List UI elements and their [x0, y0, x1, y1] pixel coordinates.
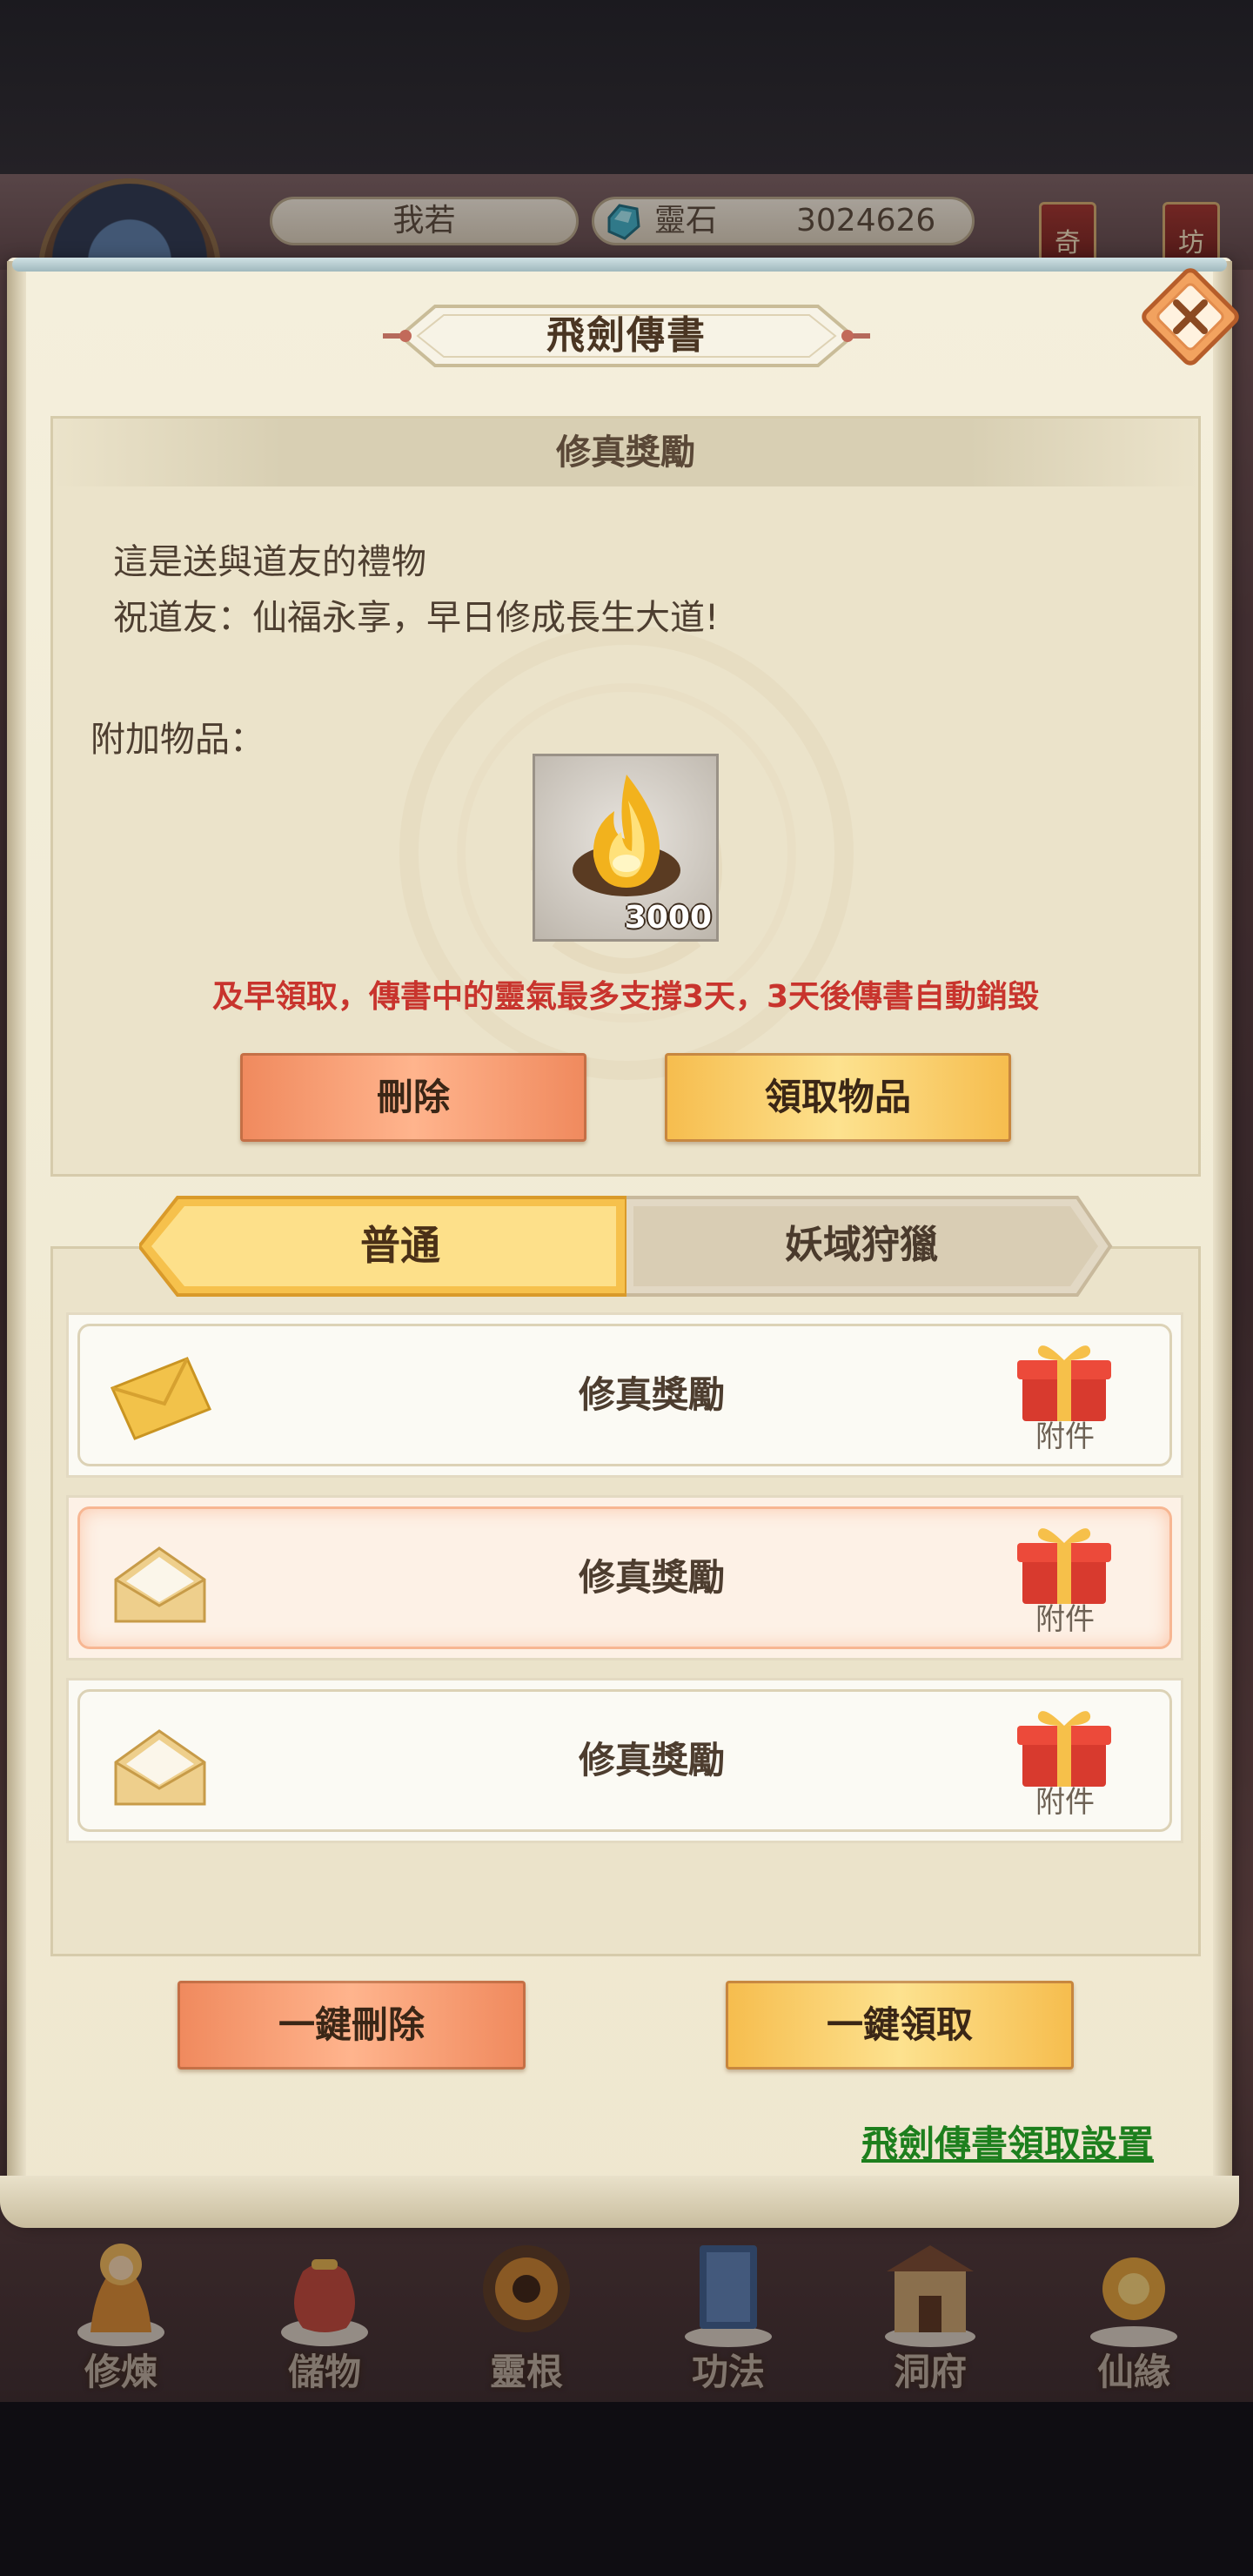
mail-item-title: 修真獎勵: [578, 1739, 725, 1781]
close-icon: [1142, 268, 1239, 366]
attachment-label: 附加物品：: [90, 720, 265, 760]
scroll-rod: [12, 258, 1227, 272]
mail-body-line: 祝道友：仙福永享，早日修成長生大道!: [113, 598, 720, 638]
scroll-edge-right: [1213, 261, 1232, 2219]
mail-item-title: 修真獎勵: [578, 1556, 725, 1599]
attachment-quantity: 3000: [624, 900, 712, 936]
gift-box-icon: [1017, 1528, 1111, 1604]
envelope-open-icon: [114, 1546, 206, 1623]
bottom-margin: [0, 2402, 1253, 2576]
claim-all-button[interactable]: 一鍵領取: [726, 1981, 1074, 2070]
close-button[interactable]: [1136, 263, 1244, 371]
attachment-tag: 附件: [1035, 1785, 1095, 1820]
tab-normal-label: 普通: [360, 1222, 440, 1269]
gift-box-icon: [1017, 1345, 1111, 1421]
mail-list-item[interactable]: 修真獎勵 附件: [66, 1495, 1183, 1660]
top-margin: [0, 0, 1253, 174]
attachment-tag: 附件: [1035, 1602, 1095, 1637]
delete-button[interactable]: 刪除: [240, 1053, 586, 1142]
tab-demon-hunt-label: 妖域狩獵: [785, 1223, 938, 1267]
mail-body-line: 這是送與道友的禮物: [113, 542, 426, 582]
modal-title: 飛劍傳書: [546, 313, 707, 358]
envelope-closed-icon: [110, 1357, 212, 1440]
mail-list-item[interactable]: 修真獎勵 附件: [66, 1312, 1183, 1478]
scroll-bottom-curl: [0, 2176, 1239, 2228]
mail-detail-title: 修真獎勵: [556, 433, 695, 473]
spirit-flame-icon: [573, 775, 680, 896]
envelope-open-icon: [114, 1729, 206, 1806]
mail-list-item[interactable]: 修真獎勵 附件: [66, 1678, 1183, 1843]
mail-claim-settings-link[interactable]: 飛劍傳書領取設置: [861, 2118, 1154, 2170]
expire-warning: 及早領取，傳書中的靈氣最多支撐3天，3天後傳書自動銷毀: [211, 979, 1040, 1015]
gift-box-icon: [1017, 1711, 1111, 1787]
scroll-edge-left: [7, 261, 26, 2219]
delete-all-button[interactable]: 一鍵刪除: [178, 1981, 526, 2070]
claim-items-button[interactable]: 領取物品: [665, 1053, 1011, 1142]
mail-item-title: 修真獎勵: [578, 1373, 725, 1416]
attachment-tag: 附件: [1035, 1419, 1095, 1454]
